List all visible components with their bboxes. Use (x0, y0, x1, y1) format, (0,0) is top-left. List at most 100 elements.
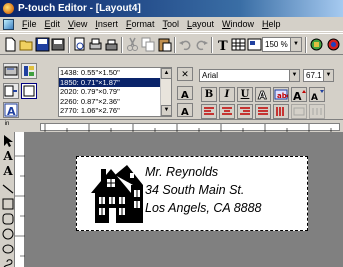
toolbar-separator (121, 37, 123, 53)
copy-icon[interactable] (141, 37, 156, 52)
chevron-down-icon[interactable]: ▼ (161, 105, 171, 116)
title-bar: P-touch Editor - [Layout4] (0, 0, 343, 17)
ruler-ticks (44, 124, 332, 132)
underline-button[interactable]: U (237, 87, 253, 102)
table-grid-icon[interactable] (231, 37, 246, 52)
font-size-value: 67.1 (306, 71, 322, 80)
svg-text:A: A (293, 90, 302, 101)
text-tool-icon[interactable]: A (2, 149, 14, 163)
chevron-down-icon[interactable]: ▼ (290, 38, 301, 51)
menu-layout[interactable]: Layout (183, 17, 218, 32)
font-shrink-icon[interactable]: A (309, 87, 325, 103)
text-options-icon[interactable]: A (177, 103, 193, 118)
menu-edit[interactable]: Edit (41, 17, 65, 32)
menu-bar: File Edit View Insert Format Tool Layout… (0, 17, 343, 32)
chevron-down-icon[interactable]: ▼ (323, 70, 333, 81)
text-insert-icon[interactable]: T (215, 37, 230, 52)
freehand-tool-icon[interactable] (2, 256, 14, 267)
toolbar-separator (305, 37, 307, 53)
menu-format[interactable]: Format (122, 17, 159, 32)
arrange-icon[interactable] (309, 104, 325, 119)
new-document-icon[interactable] (3, 37, 18, 52)
tape-size-list[interactable]: 1438: 0.55"×1.50" 1850: 0.71"×1.87" 2020… (58, 67, 172, 117)
ruler-unit-label: in (0, 121, 14, 132)
toolbar-separator (174, 37, 176, 53)
ellipse-tool-icon[interactable] (2, 227, 14, 241)
align-left-icon[interactable] (201, 104, 217, 119)
paste-icon[interactable] (157, 37, 172, 52)
list-item[interactable]: 1438: 0.55"×1.50" (59, 68, 171, 78)
save-icon[interactable] (35, 37, 50, 52)
text-properties-icon[interactable] (3, 83, 19, 99)
font-family-select[interactable]: Arial ▼ (199, 69, 300, 82)
text-effect-icon[interactable]: abc (273, 87, 291, 102)
redo-icon[interactable] (194, 37, 209, 52)
layout-canvas[interactable]: Mr. Reynolds 34 South Main St. Los Angel… (25, 132, 343, 267)
text-frame-icon[interactable]: A (3, 102, 19, 118)
address-text[interactable]: Mr. Reynolds 34 South Main St. Los Angel… (145, 163, 305, 217)
zoom-value: 150 % (265, 40, 288, 49)
list-item-selected[interactable]: 1850: 0.71"×1.87" (59, 77, 171, 87)
menu-window[interactable]: Window (218, 17, 258, 32)
layout-icon[interactable] (247, 37, 262, 52)
document-icon[interactable] (3, 18, 14, 30)
align-justify-icon[interactable] (255, 104, 271, 119)
svg-text:A: A (258, 89, 267, 101)
bold-button[interactable]: B (201, 87, 217, 102)
distribute-icon[interactable] (291, 104, 307, 119)
save-as-icon[interactable] (51, 37, 66, 52)
label-tape[interactable]: Mr. Reynolds 34 South Main St. Los Angel… (76, 156, 308, 231)
outline-text-button[interactable]: A (255, 87, 271, 102)
cut-icon[interactable] (125, 37, 140, 52)
chevron-up-icon[interactable]: ▲ (161, 68, 171, 79)
vertical-ruler-ticks (15, 155, 25, 257)
page-setup-icon[interactable] (3, 63, 19, 79)
svg-text:T: T (218, 39, 228, 52)
toolbar-separator (211, 37, 213, 53)
font-size-select[interactable]: 67.1 ▼ (303, 69, 334, 82)
align-center-icon[interactable] (219, 104, 235, 119)
standard-toolbar: T 150 % ▼ (0, 33, 343, 55)
rectangle-tool-icon[interactable] (2, 197, 14, 211)
printer-setup-icon[interactable] (104, 37, 119, 52)
app-icon (3, 3, 14, 14)
font-grow-icon[interactable]: A (291, 87, 307, 103)
menu-view[interactable]: View (64, 17, 91, 32)
list-item[interactable]: 2260: 0.87"×2.36" (59, 97, 171, 107)
align-right-icon[interactable] (237, 104, 253, 119)
svg-text:A: A (181, 90, 189, 99)
text-direction-icon[interactable]: A (177, 86, 193, 101)
menu-file[interactable]: File (18, 17, 41, 32)
globe-icon[interactable] (326, 37, 341, 52)
tape-format-icon[interactable] (21, 63, 37, 79)
arc-tool-icon[interactable] (2, 242, 14, 256)
chevron-down-icon[interactable]: ▼ (289, 70, 299, 81)
frame-properties-icon[interactable] (21, 83, 37, 99)
menu-help[interactable]: Help (258, 17, 285, 32)
house-clipart[interactable] (87, 163, 147, 225)
vertical-text-tool-icon[interactable]: A (2, 164, 14, 178)
undo-icon[interactable] (178, 37, 193, 52)
zoom-select[interactable]: 150 % ▼ (262, 37, 302, 52)
menu-tool[interactable]: Tool (158, 17, 183, 32)
property-panel: A 1438: 0.55"×1.50" 1850: 0.71"×1.87" 20… (0, 56, 343, 120)
list-scrollbar[interactable]: ▲ ▼ (160, 68, 171, 116)
svg-text:A: A (7, 105, 16, 117)
italic-button[interactable]: I (219, 87, 235, 102)
line-tool-icon[interactable] (2, 182, 14, 196)
list-item[interactable]: 2020: 0.79"×0.79" (59, 87, 171, 97)
menu-insert[interactable]: Insert (91, 17, 122, 32)
print-icon[interactable] (88, 37, 103, 52)
font-family-value: Arial (202, 71, 219, 80)
svg-text:abc: abc (277, 92, 288, 100)
vertical-align-icon[interactable] (273, 104, 289, 119)
pointer-icon[interactable] (2, 134, 14, 148)
rounded-rectangle-tool-icon[interactable] (2, 212, 14, 226)
object-properties-icon[interactable] (309, 37, 324, 52)
list-item[interactable]: 2770: 1.06"×2.76" (59, 106, 171, 116)
toolbar-separator (68, 37, 70, 53)
ruler-track (40, 123, 340, 132)
open-folder-icon[interactable] (19, 37, 34, 52)
print-preview-icon[interactable] (72, 37, 87, 52)
close-icon[interactable]: ✕ (177, 67, 193, 81)
